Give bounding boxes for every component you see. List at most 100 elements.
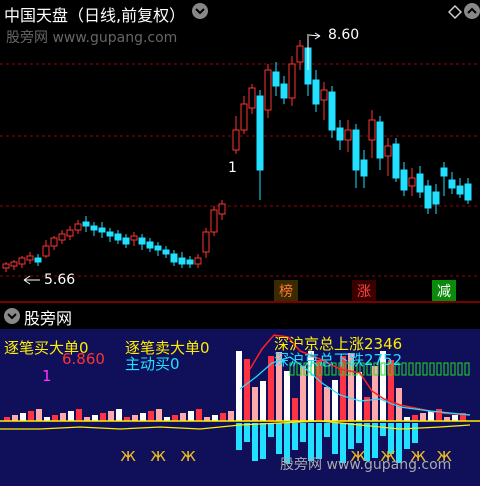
candle-body [146,241,154,249]
candle-body [26,255,34,261]
indicator-bar [132,415,138,421]
indicator-bar-down [292,423,298,450]
candle-body [130,235,138,241]
candle-body [440,167,448,177]
indicator-bar [244,359,250,421]
candle-body [66,229,74,237]
indicator-bar [356,372,362,421]
indicator-bar [436,409,442,421]
green-box [422,362,428,376]
indicator-bar [148,411,154,421]
candle-body [368,119,376,141]
candle-body [312,79,320,105]
label-down-count: 深沪京总下跌2752 [274,351,403,369]
indicator-bar-down [268,423,274,437]
green-box [457,362,463,376]
candle-body [248,87,256,109]
candle-body [98,227,106,233]
marker-one-label: 1 [228,160,237,176]
indicator-bar [108,411,114,421]
indicator-bar-down [300,423,306,442]
indicator-bar [68,411,74,421]
indicator-bar [252,387,258,421]
indicator-bar-down [260,423,266,459]
candle-body [106,231,114,237]
indicator-bar [92,415,98,421]
indicator-bar [220,413,226,421]
tag-zhang[interactable]: 涨 [352,280,376,302]
low-price-label: 5.66 [44,272,76,288]
candle-body [392,143,400,179]
indicator-bar-down [332,423,338,454]
tag-bang[interactable]: 榜 [274,280,298,302]
candle-body [186,259,194,265]
indicator-bar-down [324,423,330,437]
green-box [436,362,442,376]
watermark: 股旁网 www.gupang.com [280,457,452,473]
chevron-down-icon[interactable] [192,3,208,19]
label-value: 6.860 [62,350,105,368]
green-box [401,362,407,376]
indicator-bar [452,415,458,421]
high-price-label: 8.60 [328,27,360,43]
green-box [443,362,449,376]
chevron-up-icon[interactable] [464,3,480,19]
indicator-bar-down [380,423,386,436]
candle-body [194,257,202,265]
candle-body [400,169,408,191]
candle-body [424,185,432,209]
candle-body [122,237,130,245]
candle-body [464,183,472,201]
candle-body [2,263,10,269]
candle-body [280,83,288,99]
candle-body [456,185,464,195]
chevron-down-icon[interactable] [4,308,20,324]
candle-body [320,89,328,101]
indicator-bar [412,415,418,421]
diamond-icon[interactable] [447,4,463,23]
candle-body [170,253,178,263]
candle-body [416,173,424,193]
low-marker [23,275,40,285]
candle-body [296,45,304,63]
candle-body [376,121,384,159]
candle-body [448,179,456,189]
indicator-bar [428,411,434,421]
butterfly-icon: ж [150,445,166,466]
indicator-bar-down [356,423,362,443]
indicator-bar [116,409,122,421]
indicator-title: 股旁网 [24,309,73,328]
candle-body [50,237,58,247]
indicator-bar [156,409,162,421]
tag-jian[interactable]: 减 [432,280,456,302]
indicator-bar-down [276,423,282,454]
candle-body [74,223,82,231]
indicator-bar [188,411,194,421]
candle-body [272,71,280,87]
indicator-bar [52,415,58,421]
indicator-bar [60,413,66,421]
candle-body [288,63,296,99]
indicator-bar [260,381,266,421]
candle-body [42,245,50,257]
candle-body [202,231,210,253]
candle-body [34,257,42,263]
watermark: 股旁网 www.gupang.com [6,30,178,46]
candle-body [432,191,440,205]
butterfly-icon: ж [120,445,136,466]
indicator-bar-down [244,423,250,442]
candle-body [360,159,368,177]
grid-lines [0,63,480,277]
candle-body [408,177,416,187]
butterfly-icon: ж [180,445,196,466]
candles [2,36,472,272]
candle-body [58,233,66,241]
indicator-bar-down [236,423,242,450]
candle-body [154,245,162,251]
candle-body [240,103,248,131]
indicator-bar [332,380,338,421]
candle-body [90,225,98,231]
green-box [415,362,421,376]
candle-body [328,91,336,131]
candle-body [344,129,352,141]
